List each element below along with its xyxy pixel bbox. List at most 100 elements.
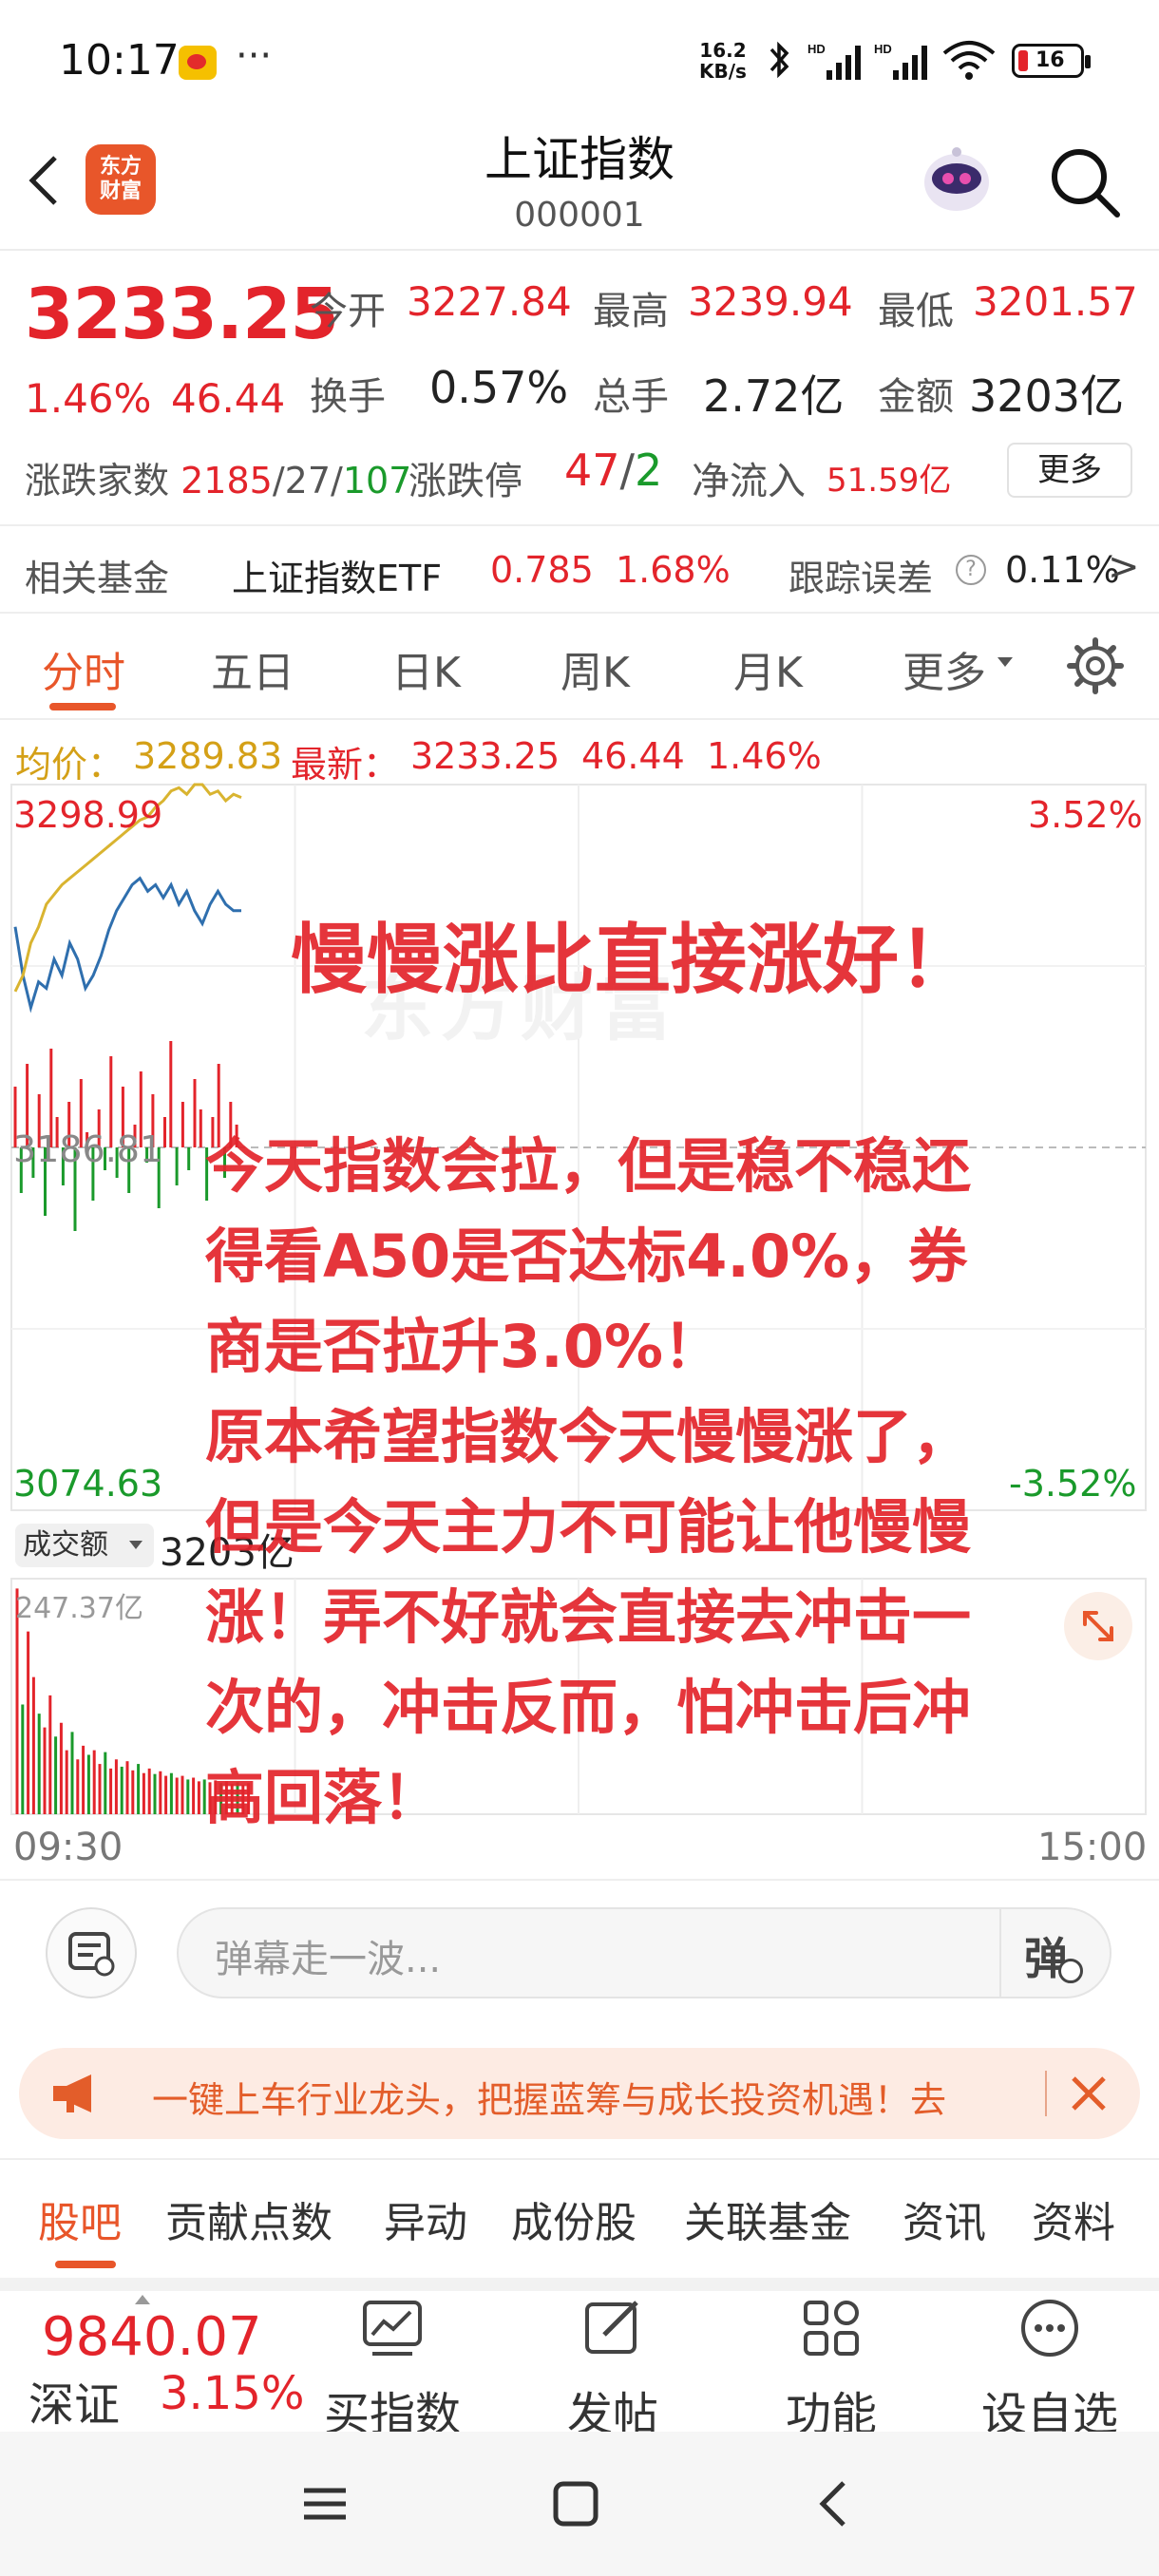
overlay-body: 今天指数会拉，但是稳不稳还 得看A50是否达标4.0%，券 商是否拉升3.0%！… xyxy=(205,1121,1098,1843)
cell-signal-icon: HD xyxy=(874,42,927,80)
turnover-label: 换手 xyxy=(310,375,386,419)
caret-down-icon xyxy=(998,657,1013,667)
shenzhen-index-price[interactable]: 9840.07 xyxy=(42,2306,262,2368)
more-circle-icon xyxy=(1021,2300,1078,2357)
svg-text:HD: HD xyxy=(874,42,892,56)
danmaku-placeholder: 弹幕走一波... xyxy=(215,1938,442,1981)
tab-more[interactable]: 更多 xyxy=(902,638,986,699)
netflow-value: 51.59亿 xyxy=(826,462,952,500)
advdec-sep: / xyxy=(331,460,343,502)
tab-five-day[interactable]: 五日 xyxy=(211,638,294,699)
caret-down-icon xyxy=(129,1541,142,1549)
open-value: 3227.84 xyxy=(407,278,572,325)
overlay-line: 商是否拉升3.0%！ xyxy=(205,1312,722,1381)
cell-signal-icon: HD xyxy=(808,42,861,80)
overlay-line: 得看A50是否达标4.0%，券 xyxy=(205,1222,968,1291)
bluetooth-icon xyxy=(770,41,789,79)
chart-low-label: 3074.63 xyxy=(13,1463,163,1505)
shenzhen-index-percent[interactable]: 3.15% xyxy=(160,2367,304,2420)
chart-prev-close-label: 3186.81 xyxy=(13,1128,163,1170)
netflow-label: 净流入 xyxy=(692,460,806,503)
nav-back-icon[interactable] xyxy=(809,2477,859,2530)
tab-news[interactable]: 资讯 xyxy=(902,2188,986,2249)
tab-active-indicator xyxy=(49,703,116,710)
status-time: 10:17 xyxy=(59,36,180,85)
high-label: 最高 xyxy=(593,290,669,333)
tab-abnormal[interactable]: 异动 xyxy=(384,2188,467,2249)
danmaku-settings-button[interactable] xyxy=(46,1907,137,1998)
tab-contribution[interactable]: 贡献点数 xyxy=(165,2188,332,2249)
battery-nub xyxy=(1085,55,1091,68)
search-icon[interactable] xyxy=(1045,142,1125,222)
volume-max-label: 247.37亿 xyxy=(15,1592,143,1625)
amount-value: 3203亿 xyxy=(969,370,1125,422)
tab-weekly-k[interactable]: 周K xyxy=(560,638,630,699)
battery-level xyxy=(1018,50,1028,71)
shenzhen-index-name[interactable]: 深证 xyxy=(28,2367,120,2434)
fund-change-percent: 1.68% xyxy=(616,549,731,591)
edit-icon xyxy=(585,2301,638,2354)
post-button[interactable]: 发帖 xyxy=(542,2297,684,2443)
danmaku-toggle-dot xyxy=(1058,1959,1083,1983)
tab-daily-k[interactable]: 日K xyxy=(391,638,461,699)
avg-price-value: 3289.83 xyxy=(133,735,283,777)
tab-profile[interactable]: 资料 xyxy=(1032,2188,1115,2249)
battery-label: 16 xyxy=(1036,48,1065,72)
chevron-right-icon[interactable]: > xyxy=(1108,545,1140,589)
functions-button[interactable]: 功能 xyxy=(760,2297,902,2443)
volume-value: 2.72亿 xyxy=(703,370,845,422)
home-icon[interactable] xyxy=(551,2479,600,2529)
latest-change: 46.44 xyxy=(581,735,685,777)
megaphone-icon xyxy=(53,2074,91,2112)
limit-values: 47/2 xyxy=(564,445,662,496)
limit-down-count: 2 xyxy=(635,445,663,496)
add-watchlist-button[interactable]: 设自选 xyxy=(978,2297,1121,2443)
menu-icon[interactable] xyxy=(300,2479,350,2529)
net-speed-value: 16.2 xyxy=(699,39,747,62)
overlay-line: 原本希望指数今天慢慢涨了， xyxy=(205,1402,972,1471)
svg-text:HD: HD xyxy=(808,42,826,56)
current-price: 3233.25 xyxy=(25,274,339,355)
close-icon[interactable] xyxy=(1062,2067,1115,2120)
tracking-error-label: 跟踪误差 xyxy=(788,558,934,599)
change-amount: 46.44 xyxy=(171,375,286,422)
robot-assistant-icon[interactable] xyxy=(914,141,999,218)
gear-icon[interactable] xyxy=(1064,635,1127,697)
fund-name-link[interactable]: 上证指数ETF xyxy=(232,549,442,601)
change-percent: 1.46% xyxy=(25,375,152,422)
limit-label: 涨跌停 xyxy=(408,460,522,503)
advdec-sep: / xyxy=(272,460,285,502)
chart-high-label: 3298.99 xyxy=(13,794,163,836)
tab-components[interactable]: 成份股 xyxy=(511,2188,636,2249)
more-button[interactable]: 更多 xyxy=(1007,443,1132,498)
time-axis-start: 09:30 xyxy=(13,1826,124,1869)
unchanged-count: 27 xyxy=(284,460,331,502)
declines-count: 107 xyxy=(342,460,412,502)
danmaku-divider xyxy=(0,1879,1159,1881)
buy-index-button[interactable]: 买指数 xyxy=(321,2297,464,2443)
latest-percent: 1.46% xyxy=(707,735,822,777)
tabs-divider xyxy=(0,718,1159,720)
overlay-line: 今天指数会拉，但是稳不稳还 xyxy=(205,1131,972,1201)
bottom-tabs-divider xyxy=(0,2158,1159,2160)
danmaku-list-icon xyxy=(68,1932,115,1977)
overlay-line: 高回落！ xyxy=(205,1763,442,1832)
series-line xyxy=(13,876,241,1013)
limit-sep: / xyxy=(619,445,636,496)
overlay-line: 次的，冲击反而，怕冲击后冲 xyxy=(205,1673,972,1742)
header-divider xyxy=(0,249,1159,251)
tab-monthly-k[interactable]: 月K xyxy=(733,638,803,699)
advance-decline-row: 涨跌家数 2185/27/107 xyxy=(25,451,411,503)
related-fund-label: 相关基金 xyxy=(25,558,170,599)
promo-text[interactable]: 一键上车行业龙头，把握蓝筹与成长投资机遇！去 xyxy=(152,2071,1036,2123)
grid-icon xyxy=(804,2301,859,2356)
overlay-headline: 慢慢涨比直接涨好！ xyxy=(291,916,975,1004)
help-icon[interactable]: ? xyxy=(956,555,986,585)
low-value: 3201.57 xyxy=(973,278,1138,325)
tab-intraday[interactable]: 分时 xyxy=(42,638,125,699)
status-more-icon: ··· xyxy=(236,34,273,78)
turnover-value: 0.57% xyxy=(429,362,569,413)
advance-decline-label: 涨跌家数 xyxy=(25,460,170,502)
tab-forum[interactable]: 股吧 xyxy=(38,2188,122,2249)
tab-related-funds[interactable]: 关联基金 xyxy=(684,2188,851,2249)
